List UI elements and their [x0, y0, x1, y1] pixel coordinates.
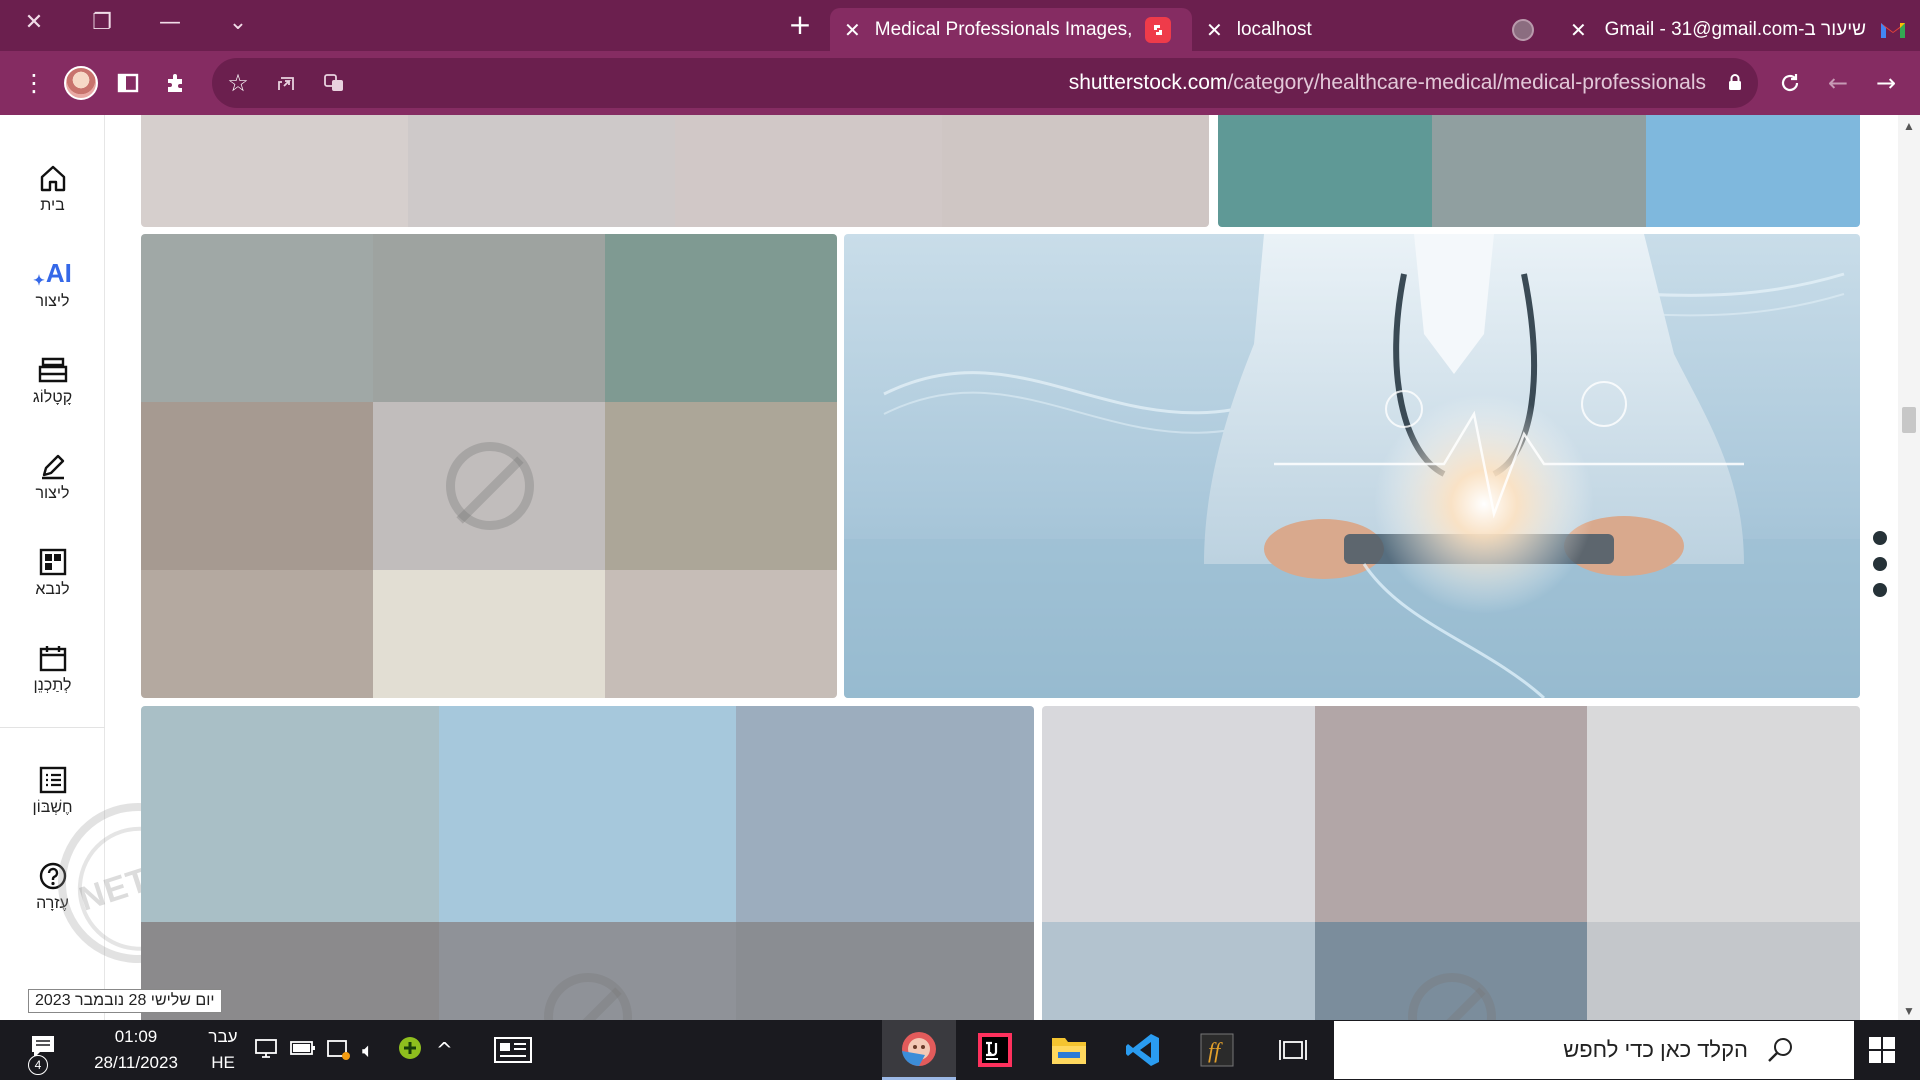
vertical-scrollbar[interactable]: ▲ ▼	[1898, 115, 1920, 1020]
show-hidden-icons-chevron-icon[interactable]: ^	[436, 1038, 453, 1062]
clock-date: 28/11/2023	[94, 1053, 178, 1072]
pager-dot[interactable]	[1873, 557, 1887, 571]
new-tab-button[interactable]: +	[784, 10, 816, 42]
date-tooltip: יום שלישי 28 נובמבר 2023	[28, 989, 222, 1013]
medical-hologram-illustration	[844, 234, 1860, 698]
network-icon[interactable]	[254, 1038, 278, 1065]
extensions-puzzle-icon[interactable]	[154, 51, 198, 115]
sidebar-item-home[interactable]: בית	[0, 153, 105, 233]
clock[interactable]: 01:09 28/11/2023	[78, 1024, 194, 1076]
tab-title: Medical Professionals Images, Pi	[874, 18, 1131, 40]
url-path: /category/healthcare-medical/medical-pro…	[1227, 71, 1706, 94]
pager-dot[interactable]	[1873, 531, 1887, 545]
list-icon	[38, 755, 68, 795]
bookmark-star-icon[interactable]: ☆	[216, 51, 260, 115]
menu-dots-icon[interactable]: ⋮	[12, 51, 56, 115]
taskbar-intellij-icon[interactable]	[958, 1020, 1032, 1080]
windows-taskbar: 4 01:09 28/11/2023 עבר HE 🔈︎ ^ ff הקלד כ…	[0, 1020, 1920, 1080]
globe-icon	[1512, 18, 1534, 41]
volume-icon[interactable]: 🔈︎	[362, 1038, 374, 1062]
sidebar-item-catalog[interactable]: קָטָלוֹג	[0, 345, 105, 425]
search-placeholder: הקלד כאן כדי לחפש	[1563, 1037, 1748, 1062]
browser-tab-strip: ✕ ❐ — ⌄ + ✕ Medical Professionals Images…	[0, 0, 1920, 51]
edit-icon	[38, 441, 68, 481]
input-language-indicator[interactable]: עבר HE	[204, 1024, 242, 1076]
clock-time: 01:09	[114, 1027, 158, 1046]
sidebar-item-edit[interactable]: ליצור	[0, 441, 105, 521]
meet-now-icon[interactable]	[326, 1038, 350, 1065]
tab-title: localhost	[1236, 18, 1312, 40]
tab-search-chevron-icon[interactable]: ⌄	[204, 0, 272, 44]
sidebar-item-predict[interactable]: לנבא	[0, 537, 105, 617]
news-widget-icon[interactable]	[476, 1020, 550, 1080]
notification-count-badge: 4	[28, 1055, 48, 1075]
lock-icon[interactable]	[1728, 73, 1742, 96]
share-icon[interactable]	[264, 51, 308, 115]
sidebar-item-label: קָטָלוֹג	[32, 389, 73, 406]
tab-title: שיעור ב-Gmail - 31@gmail.com	[1604, 18, 1866, 40]
shutterstock-icon	[1144, 16, 1171, 43]
taskbar-fontforge-icon[interactable]: ff	[1180, 1020, 1254, 1080]
search-icon	[1766, 1035, 1796, 1065]
profile-avatar[interactable]	[64, 66, 98, 100]
tab-localhost[interactable]: ✕ localhost	[1192, 8, 1548, 51]
sidebar-item-ai-create[interactable]: ✦ AI ליצור	[0, 249, 105, 329]
forward-arrow-icon[interactable]: →	[1864, 51, 1908, 115]
calendar-icon	[38, 633, 68, 673]
close-window-button[interactable]: ✕	[0, 0, 68, 44]
page-content: בית ✦ AI ליצור קָטָלוֹג ליצור לנבא לְתַכ…	[0, 115, 1920, 1020]
image-placeholder-tile[interactable]	[1218, 115, 1860, 227]
sidebar-panel-icon[interactable]	[106, 51, 150, 115]
address-bar[interactable]: ☆ shutterstock.com/category/healthcare-m…	[212, 58, 1758, 108]
image-placeholder-tile[interactable]	[141, 115, 1209, 227]
sidebar-item-label: בית	[40, 197, 65, 214]
gmail-icon	[1880, 20, 1906, 40]
windows-start-icon[interactable]	[1868, 1036, 1896, 1069]
restore-window-button[interactable]: ❐	[68, 0, 136, 44]
translate-icon[interactable]	[312, 51, 356, 115]
close-tab-icon[interactable]: ✕	[1206, 18, 1223, 42]
pager-dot[interactable]	[1873, 583, 1887, 597]
lang-code: HE	[211, 1053, 235, 1072]
browser-toolbar: ⋮ ☆ shutterstock.com/category/healthcare…	[0, 51, 1920, 115]
blocked-image-icon	[446, 442, 534, 530]
grid-icon	[38, 537, 68, 577]
sidebar-item-label: לְתַכְנֵן	[33, 677, 72, 694]
sidebar-nav: בית ✦ AI ליצור קָטָלוֹג ליצור לנבא לְתַכ…	[0, 115, 244, 1020]
tab-gmail[interactable]: ✕ שיעור ב-Gmail - 31@gmail.com	[1556, 8, 1920, 51]
sidebar-item-label: ליצור	[35, 293, 70, 310]
scroll-up-arrow-icon[interactable]: ▲	[1903, 119, 1915, 133]
catalog-icon	[37, 345, 69, 385]
reload-icon[interactable]	[1768, 51, 1812, 115]
url-domain: shutterstock.com	[1068, 71, 1228, 94]
taskbar-chrome-icon[interactable]	[882, 1020, 956, 1080]
doctor-tablet-photo[interactable]	[844, 234, 1860, 698]
antivirus-status-icon[interactable]	[398, 1036, 422, 1065]
battery-icon[interactable]	[290, 1038, 316, 1063]
tab-shutterstock[interactable]: ✕ Medical Professionals Images, Pi	[830, 8, 1192, 51]
scroll-thumb[interactable]	[1902, 407, 1916, 433]
sidebar-item-label: ליצור	[35, 485, 70, 502]
url-text[interactable]: shutterstock.com/category/healthcare-med…	[1069, 58, 1706, 108]
sidebar-item-label: חֶשְׁבּוֹן	[32, 799, 73, 816]
taskbar-vscode-icon[interactable]	[1106, 1020, 1180, 1080]
ai-badge: AI	[45, 258, 72, 288]
back-arrow-icon[interactable]: ←	[1816, 51, 1860, 115]
minimize-window-button[interactable]: —	[136, 0, 204, 44]
taskbar-file-explorer-icon[interactable]	[1032, 1020, 1106, 1080]
home-icon	[38, 153, 68, 193]
sidebar-divider	[0, 727, 105, 728]
sidebar-item-label: לנבא	[35, 581, 70, 598]
lang-name: עבר	[208, 1027, 238, 1046]
close-tab-icon[interactable]: ✕	[1570, 18, 1587, 42]
sidebar-item-plan[interactable]: לְתַכְנֵן	[0, 633, 105, 713]
scroll-down-arrow-icon[interactable]: ▼	[1903, 1004, 1915, 1018]
taskbar-search-box[interactable]: הקלד כאן כדי לחפש	[1334, 1021, 1854, 1079]
ai-sparkle-icon: ✦ AI	[33, 258, 72, 288]
close-tab-icon[interactable]: ✕	[844, 18, 861, 42]
task-view-icon[interactable]	[1256, 1020, 1330, 1080]
